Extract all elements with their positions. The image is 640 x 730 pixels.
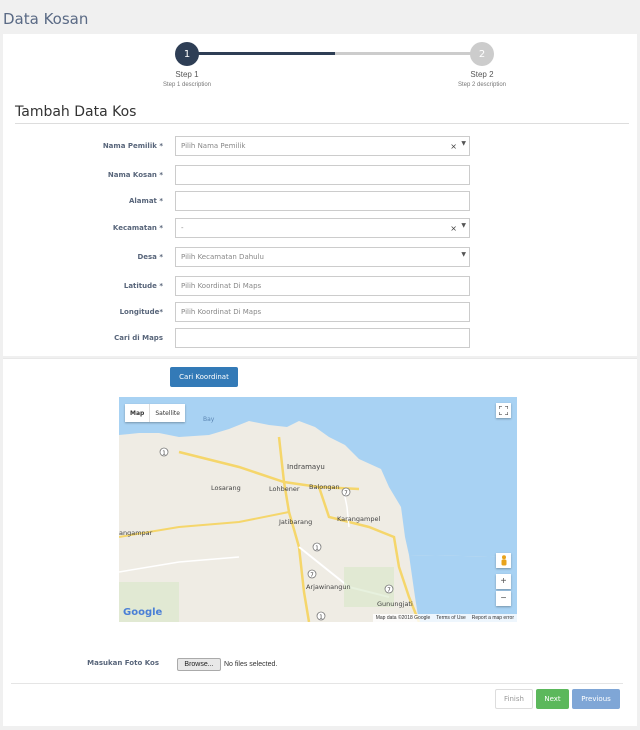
owner-name-value: Pilih Nama Pemilik: [181, 142, 246, 150]
map-search-label: Cari di Maps: [114, 334, 163, 342]
latitude-placeholder: Pilih Koordinat Di Maps: [181, 282, 262, 290]
step-1-label: Step 1: [175, 70, 199, 79]
form-divider: [15, 123, 629, 124]
step-2-description: Step 2 description: [457, 82, 507, 88]
kos-name-input[interactable]: [175, 165, 470, 185]
chevron-down-icon: ▼: [461, 140, 466, 147]
district-select[interactable]: - × ▼: [175, 218, 470, 238]
longitude-label: Longitude*: [119, 308, 163, 316]
map-label-gunungjati: Gunungjati: [377, 600, 413, 608]
wizard-footer-divider: [11, 683, 623, 684]
road-number: 7: [310, 573, 314, 579]
map-card: Cari Koordinat Indramayu Losarang Lohben…: [3, 358, 637, 726]
page-title: Data Kosan: [3, 10, 89, 28]
browse-button[interactable]: Browse...: [177, 658, 221, 671]
village-label: Desa *: [137, 253, 163, 261]
owner-name-label: Nama Pemilik *: [102, 142, 163, 150]
road-number: 7: [387, 588, 391, 594]
map-search-input[interactable]: [175, 328, 470, 348]
kos-name-label: Nama Kosan *: [107, 171, 163, 179]
google-logo: Google: [123, 607, 163, 618]
district-label: Kecamatan *: [112, 224, 163, 232]
map-label-indramayu: Indramayu: [287, 463, 325, 471]
map-terms-link[interactable]: Terms of Use: [436, 615, 465, 621]
map-footer: Map data ©2018 Google Terms of Use Repor…: [372, 614, 517, 622]
form-title: Tambah Data Kos: [15, 104, 137, 120]
map-data-credit: Map data ©2018 Google: [375, 615, 431, 621]
step-1-circle[interactable]: 1: [175, 42, 199, 66]
map-label-bay: Bay: [203, 416, 215, 423]
chevron-down-icon: ▼: [461, 251, 466, 258]
map-label-arjawinangun: Arjawinangun: [306, 583, 351, 591]
next-button[interactable]: Next: [536, 689, 569, 709]
map-label-lohbener: Lohbener: [269, 485, 300, 493]
photo-upload-label: Masukan Foto Kos: [87, 659, 159, 667]
road-number: 1: [319, 615, 323, 621]
longitude-input[interactable]: Pilih Koordinat Di Maps: [175, 302, 470, 322]
fullscreen-icon[interactable]: [496, 403, 511, 418]
previous-button[interactable]: Previous: [572, 689, 620, 709]
clear-icon[interactable]: ×: [450, 224, 457, 233]
map-label-losarang: Losarang: [211, 484, 241, 492]
owner-name-select[interactable]: Pilih Nama Pemilik × ▼: [175, 136, 470, 156]
step-1-description: Step 1 description: [162, 82, 212, 88]
map-label-balongan: Balongan: [309, 483, 340, 491]
pegman-icon[interactable]: [496, 553, 511, 568]
road-number: 1: [315, 546, 319, 552]
zoom-in-button[interactable]: +: [496, 574, 511, 589]
map-type-satellite[interactable]: Satellite: [149, 404, 185, 422]
address-label: Alamat *: [128, 197, 163, 205]
latitude-label: Latitude *: [123, 282, 163, 290]
stepper-line-pending: [335, 52, 481, 55]
map-label-jatibarang: Jatibarang: [278, 518, 312, 526]
latitude-input[interactable]: Pilih Koordinat Di Maps: [175, 276, 470, 296]
chevron-down-icon: ▼: [461, 222, 466, 229]
address-input[interactable]: [175, 191, 470, 211]
form-card: 1 2 Step 1 Step 1 description Step 2 Ste…: [3, 34, 637, 356]
find-coordinates-button[interactable]: Cari Koordinat: [170, 367, 238, 387]
map-label-karangampel: Karangampel: [337, 515, 380, 523]
village-select[interactable]: Pilih Kecamatan Dahulu ▼: [175, 247, 470, 267]
map-canvas: Indramayu Losarang Lohbener Balongan Jat…: [119, 397, 517, 622]
finish-button[interactable]: Finish: [495, 689, 533, 709]
map-label-angampar: angampar: [119, 529, 153, 537]
village-value: Pilih Kecamatan Dahulu: [181, 253, 264, 261]
road-number: 1: [162, 451, 166, 457]
file-status: No files selected.: [224, 661, 278, 668]
map-view[interactable]: Indramayu Losarang Lohbener Balongan Jat…: [119, 397, 517, 622]
longitude-placeholder: Pilih Koordinat Di Maps: [181, 308, 262, 316]
step-2-circle[interactable]: 2: [470, 42, 494, 66]
stepper-line-complete: [187, 52, 335, 55]
zoom-out-button[interactable]: −: [496, 591, 511, 606]
map-report-link[interactable]: Report a map error: [472, 615, 514, 621]
step-2-label: Step 2: [470, 70, 494, 79]
map-type-map[interactable]: Map: [125, 404, 149, 422]
road-number: 7: [344, 491, 348, 497]
map-type-control: Map Satellite: [125, 404, 185, 422]
district-value: -: [181, 224, 184, 232]
clear-icon[interactable]: ×: [450, 142, 457, 151]
